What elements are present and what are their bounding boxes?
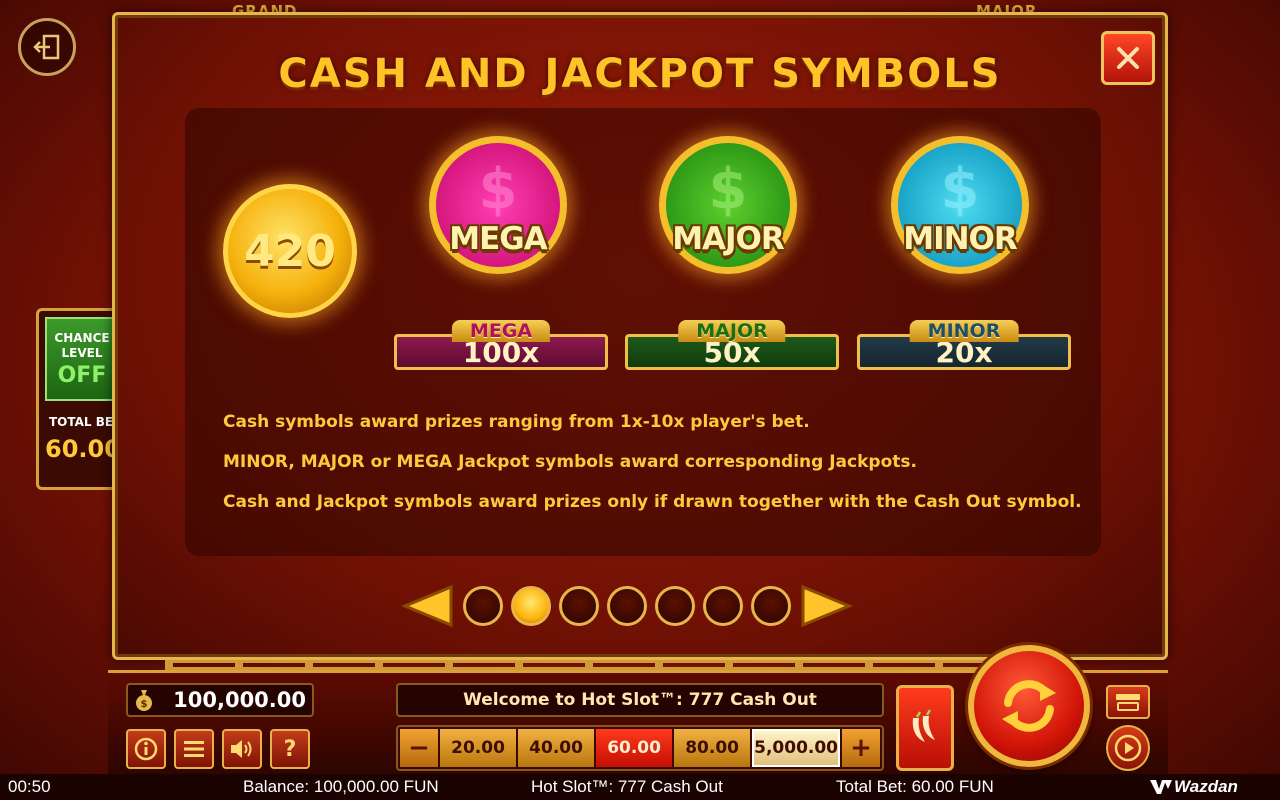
close-icon — [1117, 47, 1139, 69]
control-bar: $ 100,000.00 ? Welcome to Hot Slot™: 777… — [108, 645, 1168, 774]
mega-coin-symbol: $ MEGA — [429, 136, 567, 274]
arrow-right-icon — [801, 584, 853, 628]
minor-coin-label: MINOR — [903, 221, 1018, 257]
brand-name: Wazdan — [1174, 777, 1238, 796]
exit-button[interactable] — [18, 18, 76, 76]
clock: 00:50 — [8, 777, 51, 796]
symbols-panel: 420 $ MEGA $ MAJOR $ MINOR 100x MEGA 50x… — [185, 108, 1101, 556]
bet-option-selected[interactable]: 60.00 — [596, 729, 673, 767]
wazdan-logo-icon — [1150, 780, 1172, 794]
page-dot[interactable] — [751, 586, 791, 626]
page-dot[interactable] — [655, 586, 695, 626]
autoplay-button[interactable] — [1106, 685, 1150, 719]
decrease-bet-button[interactable]: − — [400, 729, 438, 767]
help-button[interactable]: ? — [270, 729, 310, 769]
arrow-left-icon — [401, 584, 453, 628]
spin-button[interactable] — [968, 645, 1090, 767]
bottom-decoration — [165, 660, 1005, 670]
turbo-button[interactable] — [1106, 725, 1150, 771]
major-coin-symbol: $ MAJOR — [659, 136, 797, 274]
major-plaque-label: MAJOR — [678, 320, 786, 342]
description: Cash symbols award prizes ranging from 1… — [223, 412, 1082, 532]
mega-plaque-label: MEGA — [451, 320, 551, 342]
status-bar: 00:50 Balance: 100,000.00 FUN Hot Slot™:… — [0, 774, 1280, 800]
money-bag-icon: $ — [132, 686, 156, 714]
balance-value: 100,000.00 — [173, 688, 306, 712]
bet-selector: − 20.00 40.00 60.00 80.00 5,000.00 + — [396, 725, 884, 771]
major-jackpot-plaque: 50x MAJOR — [625, 320, 839, 370]
major-coin-label: MAJOR — [672, 221, 785, 257]
page-dot[interactable] — [703, 586, 743, 626]
page-dot[interactable] — [607, 586, 647, 626]
minor-plaque-label: MINOR — [909, 320, 1019, 342]
dollar-icon: $ — [940, 157, 980, 222]
play-circle-icon — [1114, 734, 1142, 762]
bet-option[interactable]: 20.00 — [440, 729, 517, 767]
bet-option[interactable]: 80.00 — [674, 729, 751, 767]
utility-buttons: ? — [126, 729, 310, 769]
menu-icon — [184, 741, 204, 757]
sound-button[interactable] — [222, 729, 262, 769]
mega-coin-label: MEGA — [449, 221, 547, 257]
increase-bet-button[interactable]: + — [842, 729, 881, 767]
chance-level-value: OFF — [57, 362, 107, 388]
brand-logo: Wazdan — [1150, 777, 1238, 797]
spin-arrows-icon — [1002, 680, 1056, 732]
balance-display: $ 100,000.00 — [126, 683, 314, 717]
page-dot[interactable] — [559, 586, 599, 626]
minor-jackpot-plaque: 20x MINOR — [857, 320, 1071, 370]
chance-level-label: CHANCE LEVEL — [54, 330, 110, 360]
modal-title: CASH AND JACKPOT SYMBOLS — [278, 51, 1002, 97]
close-button[interactable] — [1101, 31, 1155, 85]
bet-option-max[interactable]: 5,000.00 — [752, 729, 841, 767]
info-button[interactable] — [126, 729, 166, 769]
chance-level-pepper-button[interactable] — [896, 685, 954, 771]
cash-coin-value: 420 — [244, 225, 336, 277]
page-navigation — [401, 581, 853, 631]
exit-icon — [33, 34, 60, 60]
message-ticker: Welcome to Hot Slot™: 777 Cash Out — [396, 683, 884, 717]
page-dot[interactable] — [463, 586, 503, 626]
description-line: MINOR, MAJOR or MEGA Jackpot symbols awa… — [223, 452, 917, 472]
paytable-modal: CASH AND JACKPOT SYMBOLS 420 $ MEGA $ MA… — [112, 12, 1168, 660]
menu-button[interactable] — [174, 729, 214, 769]
speaker-icon — [231, 740, 252, 758]
description-line: Cash symbols award prizes ranging from 1… — [223, 412, 810, 432]
cash-coin-symbol: 420 — [223, 184, 357, 318]
autoplay-icon — [1116, 694, 1140, 711]
chance-level-button[interactable]: CHANCE LEVEL OFF — [45, 317, 119, 401]
page-dot-active[interactable] — [511, 586, 551, 626]
mega-jackpot-plaque: 100x MEGA — [394, 320, 608, 370]
status-game-title: Hot Slot™: 777 Cash Out — [531, 777, 723, 796]
next-page-button[interactable] — [799, 583, 853, 629]
bet-option[interactable]: 40.00 — [518, 729, 595, 767]
minor-coin-symbol: $ MINOR — [891, 136, 1029, 274]
dollar-icon: $ — [478, 157, 518, 222]
svg-text:$: $ — [141, 699, 148, 710]
chili-pepper-icon — [912, 709, 935, 742]
dollar-icon: $ — [708, 157, 748, 222]
status-balance: Balance: 100,000.00 FUN — [243, 777, 439, 796]
prev-page-button[interactable] — [401, 583, 455, 629]
info-icon — [134, 737, 158, 761]
status-total-bet: Total Bet: 60.00 FUN — [836, 777, 994, 796]
description-line: Cash and Jackpot symbols award prizes on… — [223, 492, 1082, 512]
